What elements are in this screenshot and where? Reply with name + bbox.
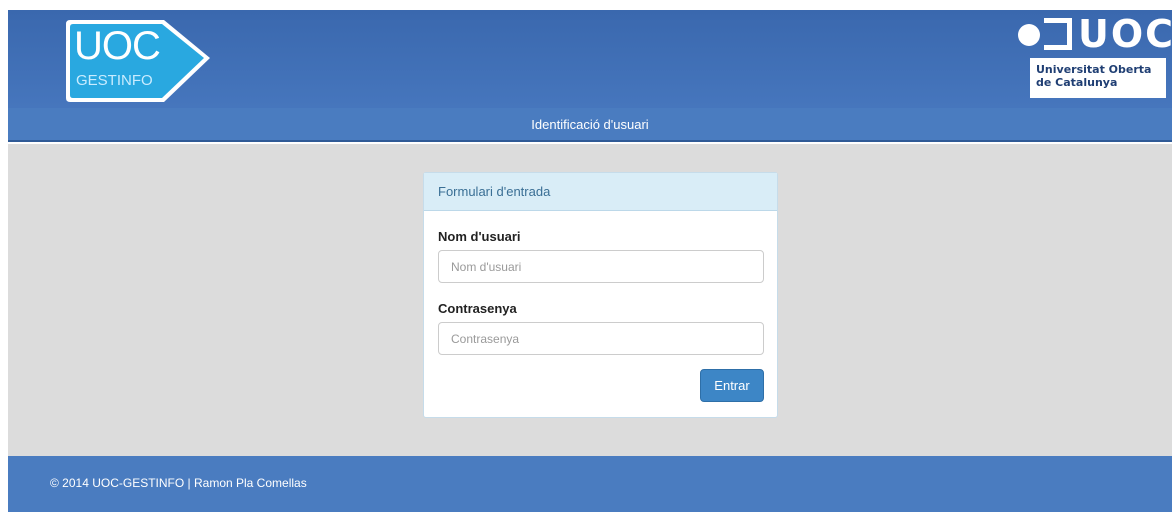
username-input[interactable] [438,250,764,283]
logo-main-text: UOC [74,24,161,68]
uoc-dot-icon [1018,24,1040,46]
page-frame: UOC GESTINFO UOC Universitat Oberta de C… [8,10,1173,512]
page-title: Identificació d'usuari [531,117,649,132]
uoc-brand-text: UOC [1078,12,1174,56]
password-input[interactable] [438,322,764,355]
uoc-wordmark: UOC [1016,12,1173,56]
footer-copyright: © 2014 UOC-GESTINFO | Ramon Pla Comellas [50,476,307,490]
logo-sub-text: GESTINFO [76,72,153,89]
header: UOC GESTINFO UOC Universitat Oberta de C… [8,10,1173,108]
uoc-name-line1: Universitat Oberta [1036,63,1152,76]
uoc-name-line2: de Catalunya [1036,76,1118,89]
password-label: Contrasenya [438,301,517,316]
nav-bar: Identificació d'usuari [8,108,1172,142]
uoc-university-logo[interactable]: UOC Universitat Oberta de Catalunya [1016,12,1173,104]
submit-button[interactable]: Entrar [700,369,764,402]
username-label: Nom d'usuari [438,229,521,244]
footer: © 2014 UOC-GESTINFO | Ramon Pla Comellas [8,456,1172,512]
uoc-name-box: Universitat Oberta de Catalunya [1030,58,1166,98]
main-content: Formulari d'entrada Nom d'usuari Contras… [8,144,1172,456]
uoc-gestinfo-logo[interactable]: UOC GESTINFO [64,18,214,104]
panel-heading: Formulari d'entrada [424,173,777,211]
login-panel: Formulari d'entrada Nom d'usuari Contras… [423,172,778,418]
uoc-bracket-icon [1044,18,1072,50]
